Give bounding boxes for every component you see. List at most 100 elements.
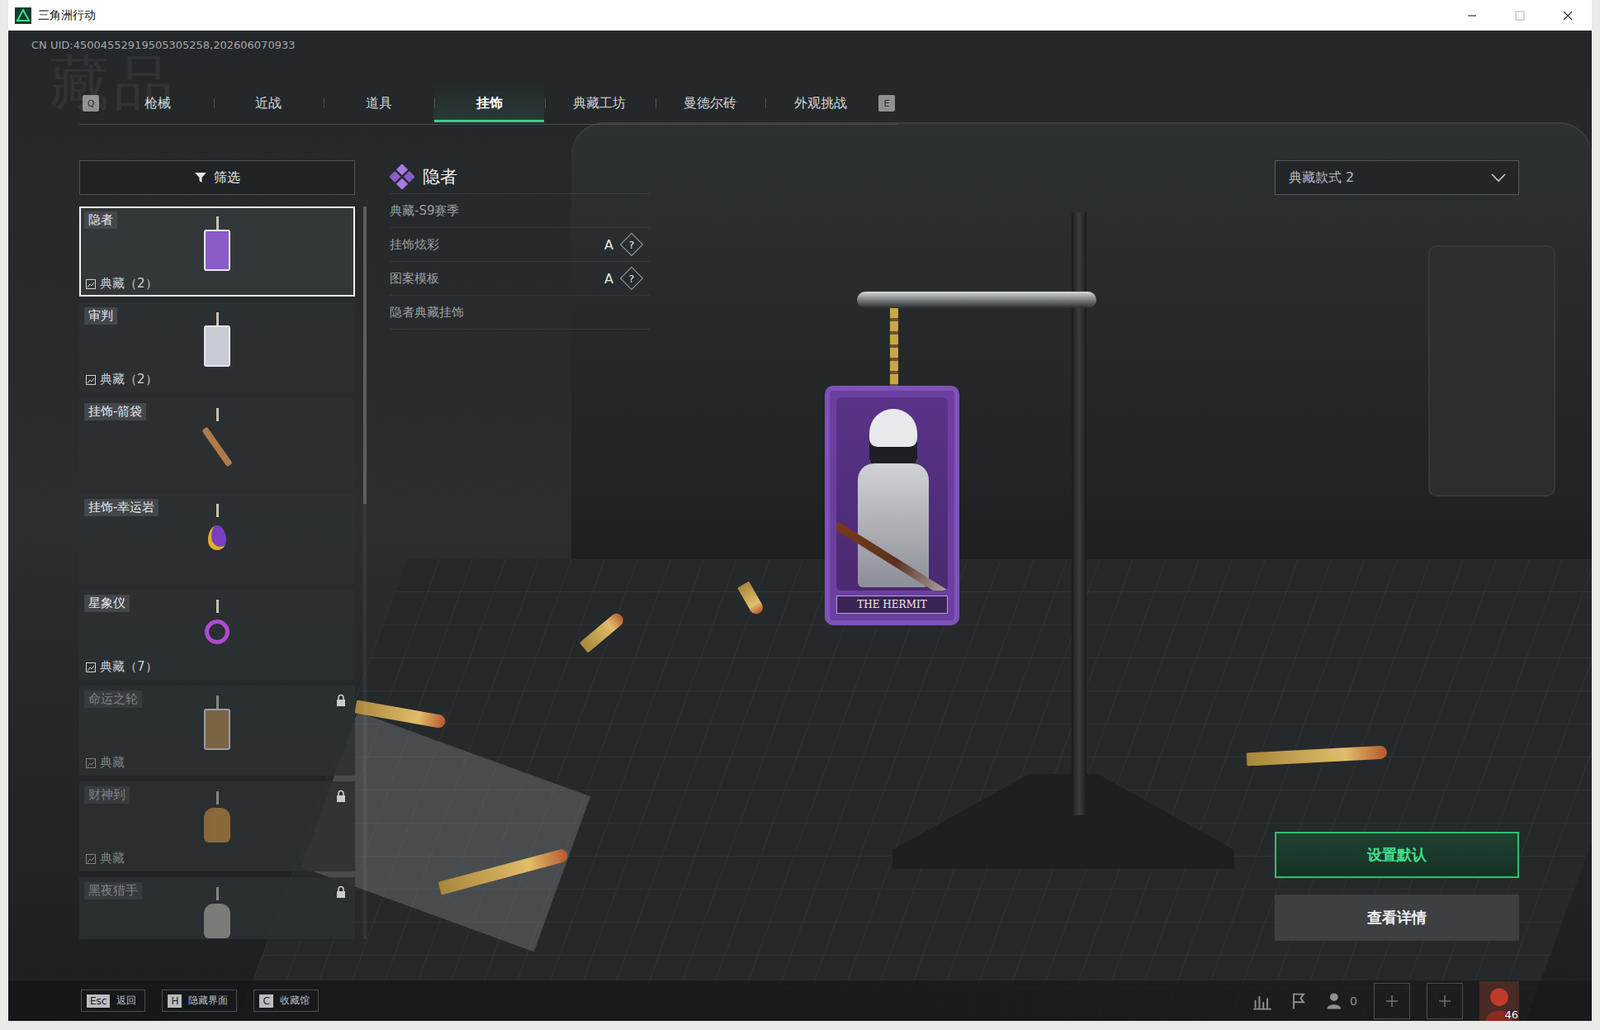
- category-tab[interactable]: 曼德尔砖: [654, 84, 766, 123]
- item-card[interactable]: 审判典藏（2）: [79, 302, 356, 393]
- action-button[interactable]: 设置默认: [1274, 831, 1520, 878]
- screen: 三角洲行动 THE HERMIT 藏品CN UID:4500455291950530…: [0, 0, 1600, 1030]
- status-icons: 0 46: [1252, 980, 1520, 1021]
- help-button[interactable]: ?: [620, 232, 644, 256]
- collection-label: 典藏: [85, 850, 125, 867]
- item-card[interactable]: 隐者典藏（2）: [79, 206, 356, 297]
- category-tabs: Q枪械近战道具挂饰典藏工坊曼德尔砖外观挑战E: [79, 82, 899, 125]
- close-icon[interactable]: [1543, 7, 1592, 24]
- category-tab[interactable]: 枪械: [102, 84, 214, 123]
- item-name: 星象仪: [84, 594, 130, 612]
- app-logo-icon: [14, 7, 32, 24]
- item-card[interactable]: 挂饰-幸运岩: [79, 493, 356, 584]
- item-thumbnail: [192, 312, 242, 385]
- detail-panel: 隐者典藏-S9赛季挂饰炫彩A?图案模板A?隐者典藏挂饰: [389, 160, 650, 980]
- category-tab[interactable]: 典藏工坊: [544, 84, 655, 123]
- plus-icon: [1436, 992, 1454, 1009]
- category-tab[interactable]: 挂饰: [433, 84, 545, 123]
- item-thumbnail: [192, 695, 242, 768]
- player-level: 46: [1504, 1008, 1519, 1021]
- collection-icon: [85, 662, 96, 673]
- player-avatar[interactable]: 46: [1479, 980, 1520, 1021]
- help-button[interactable]: ?: [620, 266, 644, 290]
- minimize-icon[interactable]: [1448, 7, 1496, 24]
- item-thumbnail: [192, 216, 242, 289]
- maximize-icon[interactable]: [1495, 7, 1544, 24]
- item-thumbnail: [192, 503, 242, 577]
- item-column: 筛选隐者典藏（2）审判典藏（2）挂饰-箭袋挂饰-幸运岩星象仪典藏（7）命运之轮典…: [79, 160, 356, 980]
- main-area: 筛选隐者典藏（2）审判典藏（2）挂饰-箭袋挂饰-幸运岩星象仪典藏（7）命运之轮典…: [8, 160, 1592, 980]
- collection-label: 典藏（7）: [85, 658, 158, 675]
- item-thumbnail: [192, 599, 242, 673]
- hooded-figure: [869, 408, 918, 467]
- item-name: 挂饰-幸运岩: [84, 498, 159, 516]
- item-thumbnail: [192, 407, 242, 481]
- header: 藏品CN UID:45004552919505305258,2026060709…: [8, 30, 1592, 125]
- action-button[interactable]: 查看详情: [1274, 894, 1520, 941]
- item-card[interactable]: 挂饰-箭袋: [79, 397, 356, 488]
- stand-bar: [856, 291, 1097, 308]
- item-name: 黑夜猎手: [84, 881, 143, 900]
- scrollbar-thumb[interactable]: [363, 206, 367, 504]
- title-bar: 三角洲行动: [8, 0, 1592, 31]
- page-watermark: 藏品: [49, 43, 179, 124]
- bottom-bar: Esc返回 H隐藏界面 C收藏馆 0 46: [8, 979, 1592, 1021]
- collection-icon: [85, 757, 96, 768]
- friends-count[interactable]: 0: [1325, 990, 1358, 1011]
- hud: 藏品CN UID:45004552919505305258,2026060709…: [8, 30, 1592, 1021]
- collection-icon: [85, 374, 96, 385]
- key-hint[interactable]: C收藏馆: [253, 989, 318, 1012]
- grade-value: A: [604, 236, 614, 253]
- friends-icon: [1325, 990, 1345, 1011]
- lock-icon: [335, 885, 347, 899]
- item-card[interactable]: 星象仪典藏（7）: [79, 589, 356, 680]
- detail-row: 图案模板A?: [389, 261, 650, 296]
- style-dropdown[interactable]: 典藏款式 2: [1274, 160, 1520, 195]
- detail-row: 典藏-S9赛季: [389, 194, 650, 228]
- charm-caption: THE HERMIT: [836, 595, 948, 614]
- action-column: 典藏款式 2 设置默认查看详情: [1274, 160, 1520, 980]
- preview-space[interactable]: [649, 160, 1275, 980]
- detail-title: 隐者: [389, 160, 650, 195]
- charm-card[interactable]: THE HERMIT: [824, 385, 960, 625]
- case-latch: [1428, 245, 1556, 497]
- funnel-icon: [194, 170, 208, 185]
- key-hints: Esc返回 H隐藏界面 C收藏馆: [80, 989, 319, 1012]
- detail-row: 挂饰炫彩A?: [389, 227, 650, 262]
- collection-icon: [85, 279, 96, 289]
- lock-icon: [335, 789, 347, 803]
- collection-label: 典藏（2）: [85, 275, 158, 292]
- lock-icon: [335, 693, 347, 707]
- key-hint[interactable]: H隐藏界面: [161, 989, 237, 1012]
- category-tab[interactable]: 近战: [213, 84, 324, 123]
- invite-slot[interactable]: [1373, 982, 1411, 1019]
- stats-chart-icon[interactable]: [1252, 990, 1273, 1011]
- flag-icon[interactable]: [1288, 990, 1309, 1011]
- action-buttons: 设置默认查看详情: [1274, 831, 1520, 941]
- figure-body: [857, 463, 929, 587]
- item-name: 隐者: [84, 211, 118, 229]
- next-tab-key[interactable]: E: [878, 94, 895, 112]
- filter-button[interactable]: 筛选: [79, 160, 356, 195]
- tab-list: 枪械近战道具挂饰典藏工坊曼德尔砖外观挑战: [102, 84, 876, 123]
- charm-art: [836, 397, 948, 591]
- item-name: 审判: [84, 307, 118, 325]
- item-name: 挂饰-箭袋: [84, 402, 147, 421]
- collection-icon: [85, 853, 96, 864]
- game-window: 三角洲行动 THE HERMIT 藏品CN UID:4500455291950530…: [8, 0, 1592, 1021]
- item-thumbnail: [192, 886, 242, 939]
- uid-text: CN UID:45004552919505305258,202606070933: [31, 38, 1592, 56]
- item-card[interactable]: 命运之轮典藏: [79, 685, 356, 776]
- item-card[interactable]: 财神到典藏: [79, 781, 356, 872]
- list-scrollbar[interactable]: [363, 206, 367, 939]
- window-controls: [1448, 7, 1592, 24]
- charm-chain: [889, 307, 899, 388]
- item-card[interactable]: 黑夜猎手: [79, 876, 356, 939]
- category-tab[interactable]: 道具: [322, 84, 434, 123]
- chevron-down-icon: [1490, 172, 1507, 183]
- window-title: 三角洲行动: [37, 8, 96, 24]
- game-viewport: THE HERMIT 藏品CN UID:45004552919505305258,…: [8, 30, 1592, 1021]
- key-hint[interactable]: Esc返回: [80, 989, 146, 1012]
- invite-slot[interactable]: [1426, 982, 1463, 1019]
- category-tab[interactable]: 外观挑战: [764, 84, 876, 123]
